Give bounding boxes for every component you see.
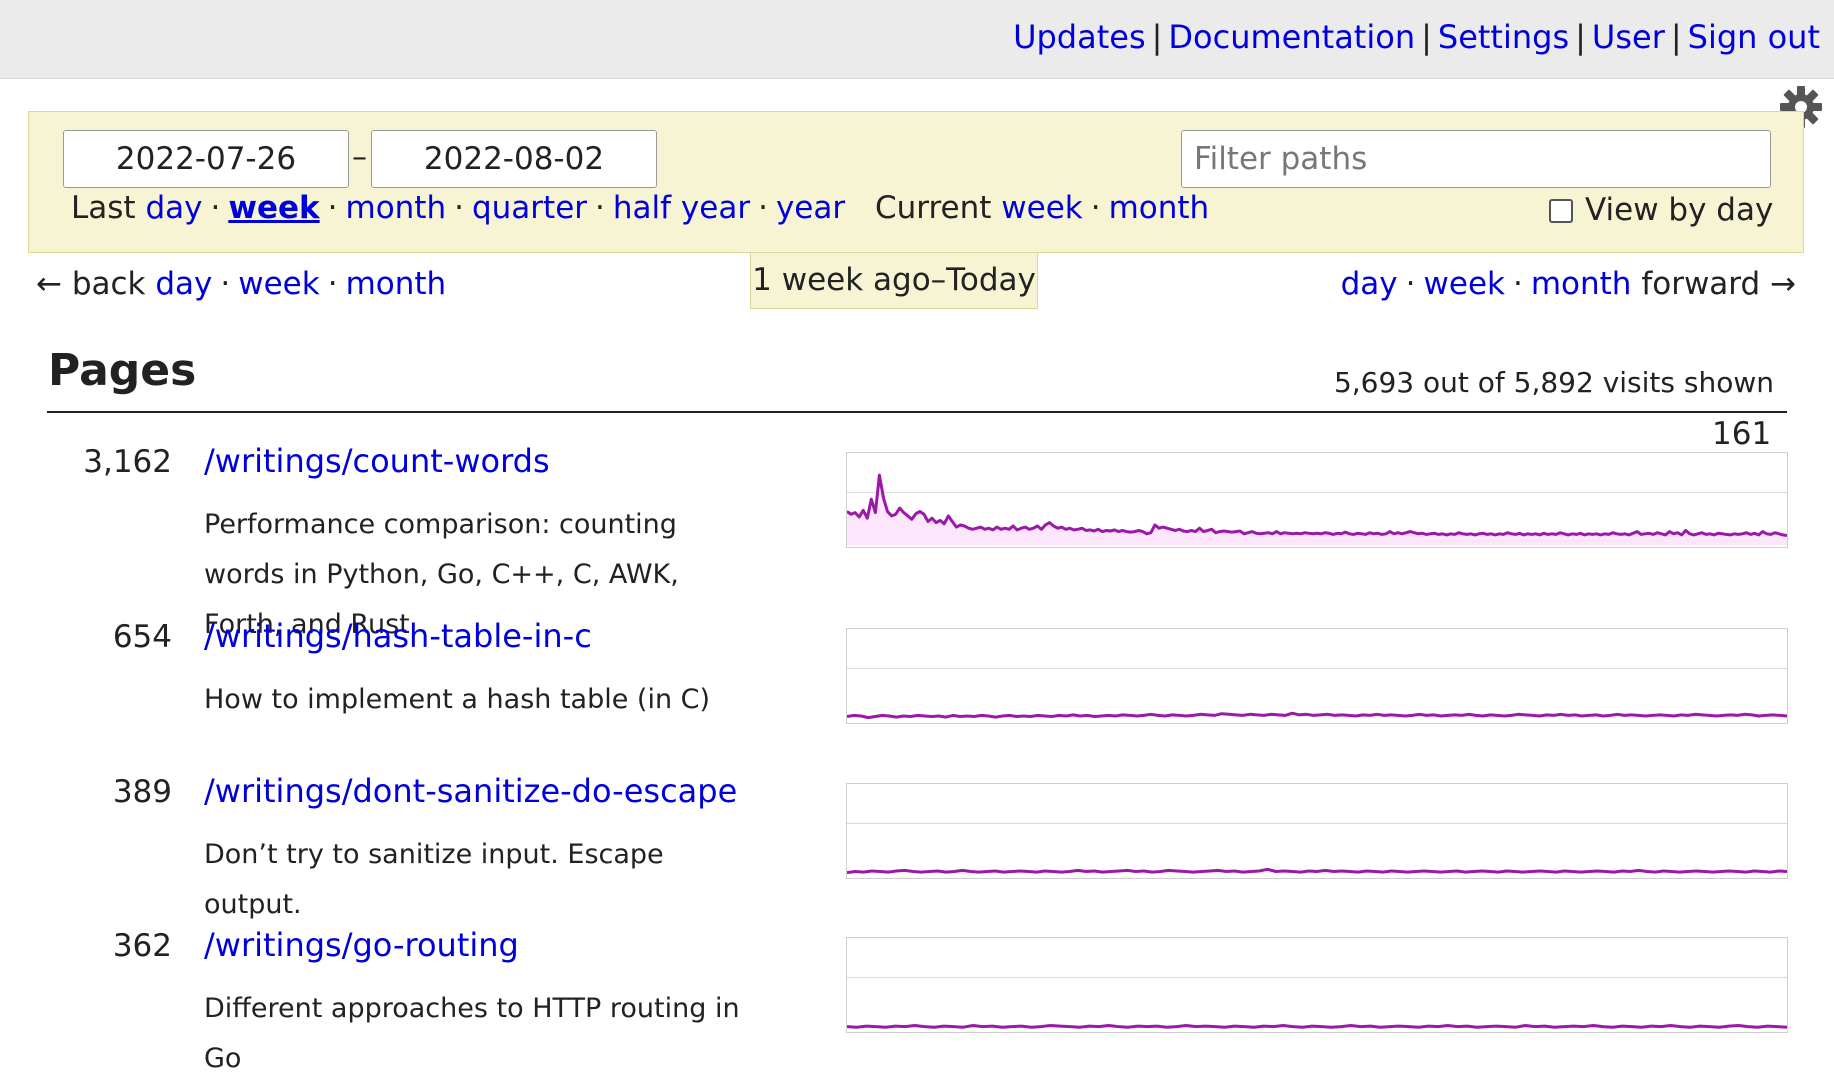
view-by-day-toggle[interactable]: View by day — [1549, 192, 1773, 228]
nav-documentation-link[interactable]: Documentation — [1168, 18, 1415, 56]
page-path-link[interactable]: /writings/hash-table-in-c — [204, 617, 592, 655]
page-path-link[interactable]: /writings/go-routing — [204, 926, 519, 964]
back-navigation: ← back day · week · month — [36, 266, 447, 302]
nav-separator: | — [1421, 18, 1432, 56]
forward-week-link[interactable]: week — [1424, 266, 1505, 302]
section-divider — [47, 411, 1787, 413]
nav-user-link[interactable]: User — [1592, 18, 1665, 56]
page-title: Don’t try to sanitize input. Escape outp… — [204, 839, 664, 920]
nav-settings-link[interactable]: Settings — [1438, 18, 1569, 56]
page-visit-count: 389 — [112, 774, 172, 810]
page-title: Different approaches to HTTP routing in … — [204, 993, 740, 1074]
page-sparkline[interactable] — [846, 937, 1788, 1033]
page-path-link[interactable]: /writings/dont-sanitize-do-escape — [204, 772, 737, 810]
last-day-link[interactable]: day — [145, 190, 202, 226]
sparkline-svg — [847, 867, 1787, 875]
page-sparkline[interactable] — [846, 452, 1788, 548]
back-day-link[interactable]: day — [155, 266, 212, 302]
sparkline-line — [847, 1024, 1787, 1029]
period-selector: Last day · week · month · quarter · half year · ye… — [71, 190, 1210, 226]
sparkline-line — [847, 711, 1787, 720]
current-month-link[interactable]: month — [1109, 190, 1210, 226]
date-range-dash: – — [352, 140, 367, 175]
last-year-link[interactable]: year — [776, 190, 845, 226]
nav-separator: | — [1151, 18, 1163, 56]
nav-sign-out-link[interactable]: Sign out — [1688, 18, 1820, 56]
forward-day-link[interactable]: day — [1341, 266, 1398, 302]
back-month-link[interactable]: month — [346, 266, 447, 302]
page-visit-count: 3,162 — [83, 444, 172, 480]
sparkline-line — [847, 867, 1787, 875]
page-visit-count: 362 — [112, 928, 172, 964]
back-week-link[interactable]: week — [238, 266, 319, 302]
current-label: Current — [874, 190, 992, 226]
top-navigation: Updates | Documentation | Settings | User | Sign… — [1013, 18, 1820, 56]
page-sparkline[interactable] — [846, 628, 1788, 724]
sparkline-line — [847, 473, 1787, 537]
date-filter-panel: 2022-07-26 – 2022-08-02 Filter paths Las… — [28, 111, 1804, 253]
page-title: How to implement a hash table (in C) — [204, 684, 711, 715]
nav-updates-link[interactable]: Updates — [1013, 18, 1146, 56]
forward-navigation: day · week · month forward → — [1340, 266, 1796, 302]
forward-label: forward → — [1641, 266, 1796, 302]
top-bar: Updates | Documentation | Settings | User | Sign… — [0, 0, 1834, 79]
page-sparkline[interactable] — [846, 783, 1788, 879]
view-by-day-label: View by day — [1585, 192, 1774, 228]
sparkline-svg — [847, 1024, 1787, 1029]
filter-paths-input[interactable]: Filter paths — [1181, 130, 1771, 188]
nav-separator: | — [1575, 18, 1586, 56]
last-quarter-link[interactable]: quarter — [472, 190, 587, 226]
pages-heading: Pages — [48, 345, 197, 396]
current-week-link[interactable]: week — [1001, 190, 1082, 226]
visits-summary: 5,693 out of 5,892 visits shown — [1333, 366, 1774, 399]
sparkline-svg — [847, 711, 1787, 720]
back-label: ← back — [36, 266, 146, 302]
last-month-link[interactable]: month — [346, 190, 447, 226]
nav-separator: | — [1670, 18, 1682, 56]
view-by-day-checkbox[interactable] — [1549, 199, 1573, 223]
forward-month-link[interactable]: month — [1531, 266, 1632, 302]
page-path-link[interactable]: /writings/count-words — [204, 442, 550, 480]
sparkline-svg — [847, 473, 1787, 545]
last-half-year-link[interactable]: half year — [613, 190, 750, 226]
page-visit-count: 654 — [112, 619, 172, 655]
start-date-input[interactable]: 2022-07-26 — [63, 130, 349, 188]
date-range-label: 1 week ago–Today — [750, 253, 1038, 309]
end-date-input[interactable]: 2022-08-02 — [371, 130, 657, 188]
last-week-link[interactable]: week — [228, 190, 319, 226]
last-label: Last — [71, 190, 136, 226]
chart-max-label: 161 — [1708, 416, 1776, 452]
